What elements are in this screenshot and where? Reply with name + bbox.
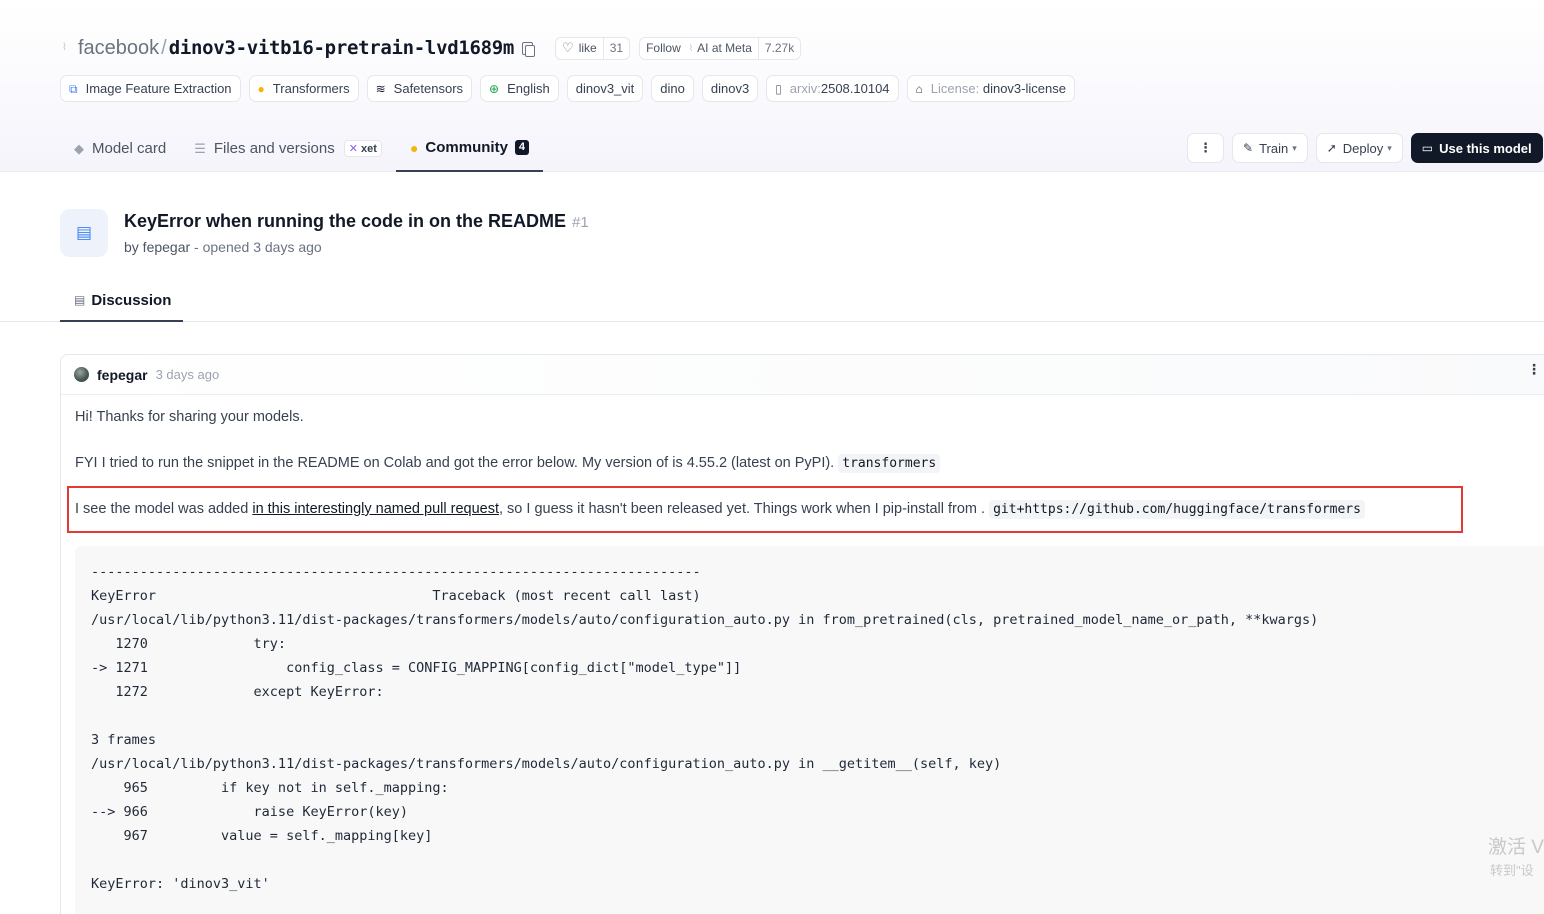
- discussion-tab-icon: ▤: [74, 293, 86, 307]
- more-options-button[interactable]: ⋮: [1187, 133, 1224, 163]
- tag-label: dino: [660, 81, 685, 96]
- follow-button[interactable]: Follow ⌇ AI at Meta 7.27k: [639, 36, 802, 60]
- tab-model-card[interactable]: ◆ Model card: [60, 125, 180, 172]
- discussion-number: #1: [572, 214, 589, 231]
- path-separator: /: [161, 36, 167, 59]
- tag-list: ⧉ Image Feature Extraction ● Transformer…: [60, 75, 1075, 102]
- discussion-icon: ▤: [60, 209, 108, 257]
- heart-icon: ♡: [562, 40, 574, 55]
- monitor-icon: ▭: [1421, 141, 1434, 155]
- discussion-tabs: ▤ Discussion: [0, 280, 1544, 322]
- cube-icon: ◆: [74, 140, 84, 156]
- inline-code: transformers: [838, 454, 941, 473]
- tag-label: 2508.10104: [820, 81, 890, 96]
- xet-badge: ✕ xet: [343, 140, 382, 157]
- community-icon: ●: [409, 139, 419, 156]
- follow-count: 7.27k: [757, 37, 800, 59]
- discussion-opened: - opened 3 days ago: [190, 239, 322, 255]
- like-count: 31: [602, 37, 629, 59]
- safetensors-icon: ≋: [375, 81, 386, 96]
- train-button[interactable]: ✎ Train ▾: [1232, 133, 1308, 163]
- tag-dinov3[interactable]: dinov3: [701, 75, 759, 102]
- tag-arxiv[interactable]: ▯ arxiv: 2508.10104: [766, 75, 899, 102]
- org-link[interactable]: facebook: [78, 37, 159, 60]
- community-count-badge: 4: [514, 140, 530, 155]
- tag-label: dinov3-license: [982, 81, 1066, 96]
- xet-icon: ✕: [348, 143, 358, 155]
- repo-actions: ⋮ ✎ Train ▾ ➚ Deploy ▾ ▭ Use this model: [1187, 133, 1543, 163]
- comment-paragraph-2: FYI I tried to run the snippet in the RE…: [75, 454, 941, 473]
- repo-name[interactable]: dinov3-vitb16-pretrain-lvd1689m: [169, 37, 515, 59]
- discussion-title-text: KeyError when running the code in on the…: [124, 211, 567, 231]
- globe-icon: ⊕: [489, 81, 500, 96]
- tab-files-and-versions[interactable]: ☰ Files and versions ✕ xet: [180, 125, 396, 172]
- discussion-title: KeyError when running the code in on the…: [124, 211, 589, 232]
- org-logo-icon: ⌇: [62, 42, 67, 53]
- comment-header: fepegar 3 days ago ⋮: [61, 355, 1544, 395]
- tab-label: Model card: [92, 140, 167, 157]
- tag-image-feature-extraction[interactable]: ⧉ Image Feature Extraction: [60, 75, 241, 102]
- activation-watermark-sub: 转到"设: [1490, 863, 1534, 878]
- use-this-model-button[interactable]: ▭ Use this model: [1410, 133, 1543, 163]
- chevron-down-icon: ▾: [1292, 142, 1297, 153]
- tag-prefix: License:: [930, 81, 980, 96]
- org-small-icon: ⌇: [688, 42, 694, 53]
- tag-label: Safetensors: [393, 81, 464, 96]
- avatar[interactable]: [74, 367, 89, 382]
- discussion-meta: by fepegar - opened 3 days ago: [124, 239, 322, 255]
- like-label: like: [578, 41, 597, 55]
- tab-label: Discussion: [91, 291, 172, 309]
- discussion-author[interactable]: by fepegar: [124, 239, 190, 255]
- image-feature-icon: ⧉: [69, 81, 78, 96]
- tag-prefix: arxiv:: [789, 81, 821, 96]
- tag-dino[interactable]: dino: [651, 75, 694, 102]
- paragraph-text: FYI I tried to run the snippet in the RE…: [75, 455, 835, 471]
- tab-label: Community: [425, 139, 508, 156]
- deploy-button[interactable]: ➚ Deploy ▾: [1315, 133, 1403, 163]
- follow-label: Follow: [646, 41, 681, 55]
- chevron-down-icon: ▾: [1387, 142, 1392, 153]
- tag-label: English: [507, 81, 550, 96]
- tag-safetensors[interactable]: ≋ Safetensors: [366, 75, 473, 102]
- bank-icon: ⌂: [915, 81, 923, 96]
- tag-label: dinov3: [710, 81, 750, 96]
- tab-discussion[interactable]: ▤ Discussion: [60, 280, 183, 322]
- use-this-model-label: Use this model: [1439, 140, 1532, 156]
- comment-card: fepegar 3 days ago ⋮ Hi! Thanks for shar…: [60, 354, 1544, 914]
- comment-menu-icon[interactable]: ⋮: [1527, 362, 1541, 376]
- rocket-icon: ➚: [1326, 141, 1337, 155]
- follow-org: AI at Meta: [697, 41, 752, 55]
- hugging-face-icon: ●: [257, 81, 265, 96]
- code-block: ----------------------------------------…: [75, 546, 1544, 914]
- tag-license[interactable]: ⌂ License: dinov3-license: [906, 75, 1075, 102]
- train-icon: ✎: [1243, 141, 1254, 155]
- tag-label: dinov3_vit: [575, 81, 635, 96]
- activation-watermark: 激活 V: [1488, 837, 1544, 858]
- red-highlight-box: [67, 486, 1463, 533]
- tag-label: Image Feature Extraction: [85, 81, 232, 96]
- tag-dinov3-vit[interactable]: dinov3_vit: [566, 75, 644, 102]
- files-icon: ☰: [194, 140, 206, 156]
- tag-english[interactable]: ⊕ English: [480, 75, 559, 102]
- xet-label: xet: [361, 143, 377, 155]
- tab-label: Files and versions: [213, 140, 335, 157]
- tab-community[interactable]: ● Community 4: [395, 125, 544, 172]
- tag-label: Transformers: [272, 81, 350, 96]
- deploy-label: Deploy: [1342, 140, 1384, 156]
- comment-author[interactable]: fepegar: [97, 367, 148, 383]
- like-button[interactable]: ♡ like 31: [555, 36, 631, 60]
- traceback-code: ----------------------------------------…: [91, 564, 1319, 892]
- train-label: Train: [1259, 140, 1289, 156]
- comment-timestamp: 3 days ago: [155, 367, 220, 382]
- repo-nav-tabs: ◆ Model card ☰ Files and versions ✕ xet …: [60, 125, 544, 172]
- copy-icon[interactable]: [522, 41, 536, 57]
- paper-icon: ▯: [775, 81, 782, 96]
- repo-title-row: ⌇ facebook / dinov3-vitb16-pretrain-lvd1…: [62, 34, 802, 62]
- repo-header: ⌇ facebook / dinov3-vitb16-pretrain-lvd1…: [0, 0, 1544, 172]
- tag-transformers[interactable]: ● Transformers: [248, 75, 359, 102]
- comment-paragraph-1: Hi! Thanks for sharing your models.: [75, 409, 304, 425]
- more-icon: ⋮: [1199, 140, 1212, 155]
